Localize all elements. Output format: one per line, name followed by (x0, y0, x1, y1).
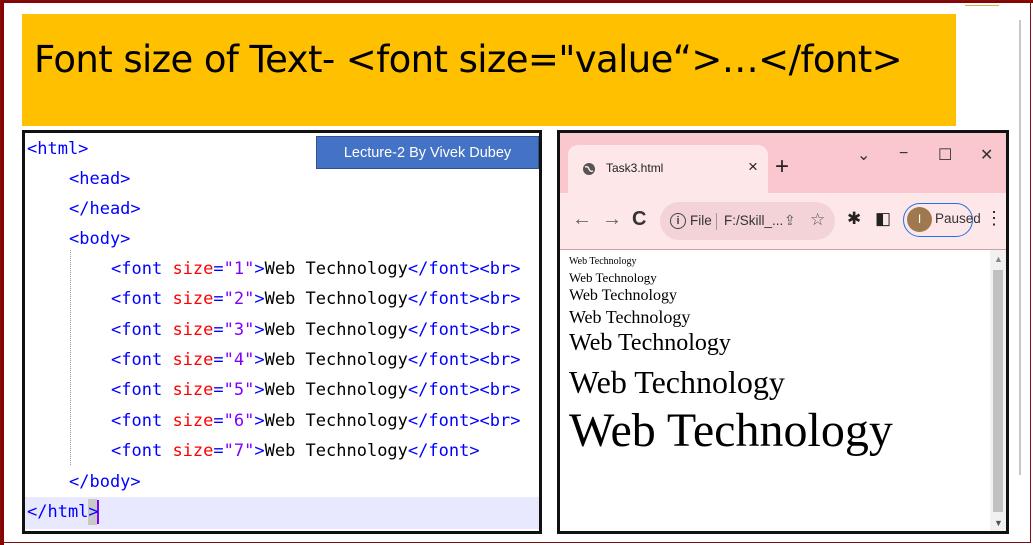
url-text[interactable]: F:/Skill_... (724, 213, 783, 228)
bookmark-star-icon[interactable]: ☆ (810, 210, 825, 230)
scroll-up-arrow-icon[interactable]: ▲ (994, 254, 1003, 264)
url-scheme-label: File (690, 213, 712, 228)
bracket-match-highlight: > (88, 499, 99, 525)
profile-status: Paused (935, 211, 981, 226)
code-line-font: <font size="4">Web Technology</font><br> (111, 349, 521, 370)
code-line-html-open: <html> (27, 139, 89, 159)
browser-window: Task3.html × + ⌄ − ☐ ✕ ← → C i File F:/S… (557, 130, 1009, 534)
new-tab-button[interactable]: + (775, 155, 789, 179)
maximize-button[interactable]: ☐ (938, 145, 952, 165)
side-panel-icon[interactable]: ◧ (875, 209, 891, 229)
reload-button[interactable]: C (632, 208, 646, 231)
rendered-text-size-4: Web Technology (569, 307, 691, 327)
rendered-text-size-1: Web Technology (569, 256, 637, 267)
tab-search-icon[interactable]: ⌄ (857, 145, 870, 165)
scroll-thumb[interactable] (993, 270, 1003, 512)
avatar: I (907, 207, 932, 232)
slide-title: Font size of Text- <font size="value“>…<… (34, 38, 903, 81)
decorative-rule (965, 5, 999, 6)
minimize-button[interactable]: − (899, 145, 908, 163)
close-window-button[interactable]: ✕ (980, 145, 993, 165)
back-button[interactable]: ← (572, 208, 592, 231)
info-icon[interactable]: i (670, 213, 686, 229)
code-line-body-open: <body> (69, 229, 131, 249)
tab-task3[interactable]: Task3.html × (568, 145, 768, 193)
forward-button[interactable]: → (602, 208, 622, 231)
current-line-highlight (25, 497, 539, 529)
rendered-text-size-7: Web Technology (569, 404, 893, 457)
tab-strip: Task3.html × + ⌄ − ☐ ✕ (560, 133, 1006, 193)
vertical-scrollbar[interactable]: ▲ ▼ (990, 250, 1006, 531)
address-bar[interactable]: i File F:/Skill_... ⇪ ☆ (660, 202, 835, 240)
rendered-text-size-6: Web Technology (569, 364, 785, 400)
address-separator (716, 213, 717, 230)
rendered-text-size-5: Web Technology (569, 330, 731, 356)
tab-title: Task3.html (606, 161, 664, 175)
indent-guide (70, 250, 71, 465)
profile-button[interactable]: I Paused (903, 203, 981, 237)
browser-toolbar: ← → C i File F:/Skill_... ⇪ ☆ ✱ ◧ I Paus… (560, 193, 1006, 250)
menu-icon[interactable]: ⋮ (985, 208, 1003, 229)
code-line-font: <font size="2">Web Technology</font><br> (111, 289, 521, 310)
lecture-badge: Lecture-2 By Vivek Dubey (316, 136, 539, 169)
extensions-icon[interactable]: ✱ (847, 209, 861, 229)
decorative-rule-right (1019, 20, 1021, 475)
code-line-font: <font size="6">Web Technology</font><br> (111, 410, 521, 431)
rendered-text-size-2: Web Technology (569, 270, 657, 285)
code-line-font: <font size="7">Web Technology</font> (111, 440, 480, 461)
code-editor-panel: <html> <head> </head> <body> <font size=… (22, 130, 542, 534)
share-icon[interactable]: ⇪ (784, 212, 796, 229)
rendered-text-size-3: Web Technology (569, 287, 677, 304)
code-line-body-close: </body> (69, 472, 141, 492)
globe-icon (583, 163, 595, 175)
code-line-head-close: </head> (69, 199, 141, 219)
code-line-font: <font size="3">Web Technology</font><br> (111, 319, 521, 340)
page-viewport: Web Technology Web Technology Web Technolo… (560, 250, 990, 531)
code-line-head-open: <head> (69, 169, 131, 189)
close-icon[interactable]: × (748, 157, 758, 177)
code-line-html-close: </html> (27, 497, 100, 527)
code-line-font: <font size="5">Web Technology</font><br> (111, 380, 521, 401)
code-line-font: <font size="1">Web Technology</font><br> (111, 259, 521, 279)
scroll-down-arrow-icon[interactable]: ▼ (994, 518, 1003, 528)
